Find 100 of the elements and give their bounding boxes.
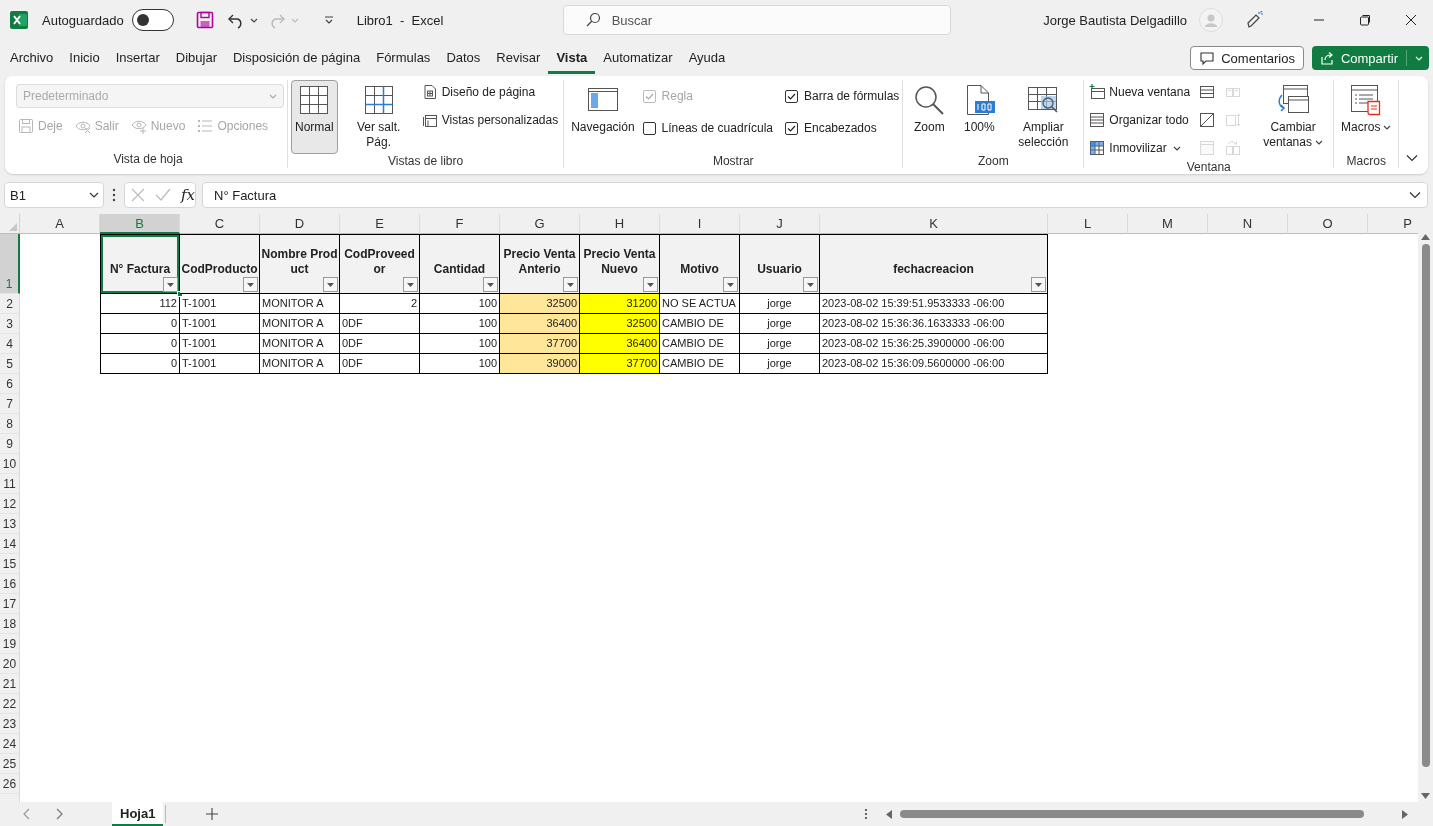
row-header[interactable]: 14 bbox=[0, 534, 20, 554]
column-header[interactable]: J bbox=[740, 214, 820, 234]
search-field[interactable]: Buscar bbox=[562, 5, 951, 35]
table-header-cell[interactable]: fechacreacion bbox=[820, 234, 1048, 294]
row-header[interactable]: 11 bbox=[0, 474, 20, 494]
table-header-cell[interactable]: Usuario bbox=[740, 234, 820, 294]
row-header[interactable]: 4 bbox=[0, 334, 20, 354]
table-header-cell[interactable]: Precio Venta Anterio bbox=[500, 234, 580, 294]
column-header[interactable]: F bbox=[420, 214, 500, 234]
row-header[interactable]: 21 bbox=[0, 674, 20, 694]
row-header[interactable]: 9 bbox=[0, 434, 20, 454]
menu-tab[interactable]: Datos bbox=[438, 44, 489, 74]
table-cell: T-1001 bbox=[180, 294, 260, 314]
table-header-cell[interactable]: CodProveedor bbox=[340, 234, 420, 294]
menu-tab[interactable]: Dibujar bbox=[167, 44, 225, 74]
column-header[interactable]: P bbox=[1368, 214, 1418, 234]
row-header[interactable]: 15 bbox=[0, 554, 20, 574]
document-title: Libro1 - Excel bbox=[356, 12, 445, 28]
row-header[interactable]: 20 bbox=[0, 654, 20, 674]
group-label: Vistas de libro bbox=[387, 154, 465, 168]
menu-tab[interactable]: Fórmulas bbox=[368, 44, 439, 74]
menu-tab[interactable]: Archivo bbox=[2, 44, 62, 74]
ribbon-button[interactable]: Ver salt. Pág. bbox=[341, 80, 416, 154]
table-cell: 32500 bbox=[500, 294, 580, 314]
table-cell: 112 bbox=[100, 294, 180, 314]
column-header[interactable]: E bbox=[340, 214, 420, 234]
group-label: Mostrar bbox=[711, 154, 755, 168]
row-header[interactable]: 26 bbox=[0, 774, 20, 794]
row-header[interactable]: 2 bbox=[0, 294, 20, 314]
menu-tab[interactable]: Revisar bbox=[488, 44, 549, 74]
column-header[interactable]: H bbox=[580, 214, 660, 234]
share-button[interactable]: Compartir bbox=[1311, 46, 1429, 70]
table-cell: MONITOR A bbox=[260, 294, 340, 314]
menu-tab[interactable]: Ayuda bbox=[680, 44, 734, 74]
table-header-cell[interactable]: Motivo bbox=[660, 234, 740, 294]
menu-tab[interactable]: Insertar bbox=[107, 44, 168, 74]
row-header[interactable]: 16 bbox=[0, 574, 20, 594]
row-header[interactable]: 5 bbox=[0, 354, 20, 374]
group-label: Macros bbox=[1345, 154, 1387, 168]
ribbon-button[interactable]: Ampliar selección bbox=[1006, 80, 1081, 154]
column-header[interactable]: I bbox=[660, 214, 740, 234]
row-header[interactable]: 13 bbox=[0, 514, 20, 534]
menu-tab[interactable]: Automatizar bbox=[595, 44, 681, 74]
row-header[interactable]: 18 bbox=[0, 614, 20, 634]
ribbon-button[interactable]: Organizar todo bbox=[1087, 108, 1193, 132]
table-header-cell[interactable]: CodProducto bbox=[180, 234, 260, 294]
ribbon-button[interactable]: Diseño de página bbox=[419, 80, 561, 104]
formula-field[interactable]: N° Factura bbox=[202, 182, 1428, 208]
table-cell: 39000 bbox=[500, 354, 580, 374]
insert-function-button[interactable]: fx bbox=[181, 186, 195, 204]
ribbon-button[interactable]: Nueva ventana bbox=[1087, 80, 1193, 104]
column-header[interactable]: C bbox=[180, 214, 260, 234]
table-cell: jorge bbox=[740, 334, 820, 354]
row-header[interactable]: 12 bbox=[0, 494, 20, 514]
checkbox[interactable]: Líneas de cuadrícula bbox=[642, 116, 773, 140]
ribbon-button[interactable]: Inmovilizar bbox=[1087, 136, 1193, 160]
menu-tab[interactable]: Inicio bbox=[61, 44, 108, 74]
row-header[interactable]: 10 bbox=[0, 454, 20, 474]
ribbon-button[interactable]: Cambiar ventanas bbox=[1256, 80, 1331, 154]
ribbon-button[interactable]: 100% bbox=[956, 80, 1003, 154]
column-header[interactable]: N bbox=[1208, 214, 1288, 234]
table-cell: 37700 bbox=[580, 354, 660, 374]
table-cell: 0DF bbox=[340, 314, 420, 334]
column-header[interactable]: K bbox=[820, 214, 1048, 234]
table-header-cell[interactable]: Precio Venta Nuevo bbox=[580, 234, 660, 294]
table-header-cell[interactable]: N° Factura bbox=[100, 234, 180, 294]
checkbox[interactable]: Encabezados bbox=[785, 116, 900, 140]
row-header[interactable]: 22 bbox=[0, 694, 20, 714]
row-header[interactable]: 3 bbox=[0, 314, 20, 334]
ribbon-button[interactable]: Macros bbox=[1337, 80, 1396, 154]
ribbon-button[interactable]: Vistas personalizadas bbox=[419, 108, 561, 132]
table-header-cell[interactable]: Cantidad bbox=[420, 234, 500, 294]
column-header[interactable]: L bbox=[1048, 214, 1128, 234]
row-header[interactable]: 25 bbox=[0, 754, 20, 774]
row-header[interactable]: 24 bbox=[0, 734, 20, 754]
group-label: Vista de hoja bbox=[112, 152, 184, 168]
table-cell: 36400 bbox=[580, 334, 660, 354]
table-cell: T-1001 bbox=[180, 314, 260, 334]
name-box[interactable]: B1 bbox=[4, 182, 104, 208]
row-header[interactable]: 19 bbox=[0, 634, 20, 654]
menu-tab[interactable]: Disposición de página bbox=[225, 44, 369, 74]
row-header[interactable]: 8 bbox=[0, 414, 20, 434]
column-header[interactable]: D bbox=[260, 214, 340, 234]
table-header-cell[interactable]: Nombre Product bbox=[260, 234, 340, 294]
sheet-tab[interactable]: Hoja1 bbox=[112, 802, 164, 826]
table-cell: 0 bbox=[100, 354, 180, 374]
row-header[interactable]: 6 bbox=[0, 374, 20, 394]
checkbox[interactable]: Barra de fórmulas bbox=[785, 84, 900, 108]
row-header[interactable]: 23 bbox=[0, 714, 20, 734]
column-header[interactable]: O bbox=[1288, 214, 1368, 234]
ribbon-button[interactable]: Normal bbox=[291, 80, 338, 154]
comments-button[interactable]: Comentarios bbox=[1190, 46, 1304, 70]
column-header[interactable]: M bbox=[1128, 214, 1208, 234]
row-header[interactable]: 1 bbox=[0, 234, 20, 294]
row-header[interactable]: 17 bbox=[0, 594, 20, 614]
ribbon-button[interactable]: Zoom bbox=[906, 80, 953, 154]
column-header[interactable]: A bbox=[20, 214, 100, 234]
ribbon-button[interactable]: Navegación bbox=[567, 80, 639, 154]
column-header[interactable]: G bbox=[500, 214, 580, 234]
row-header[interactable]: 7 bbox=[0, 394, 20, 414]
